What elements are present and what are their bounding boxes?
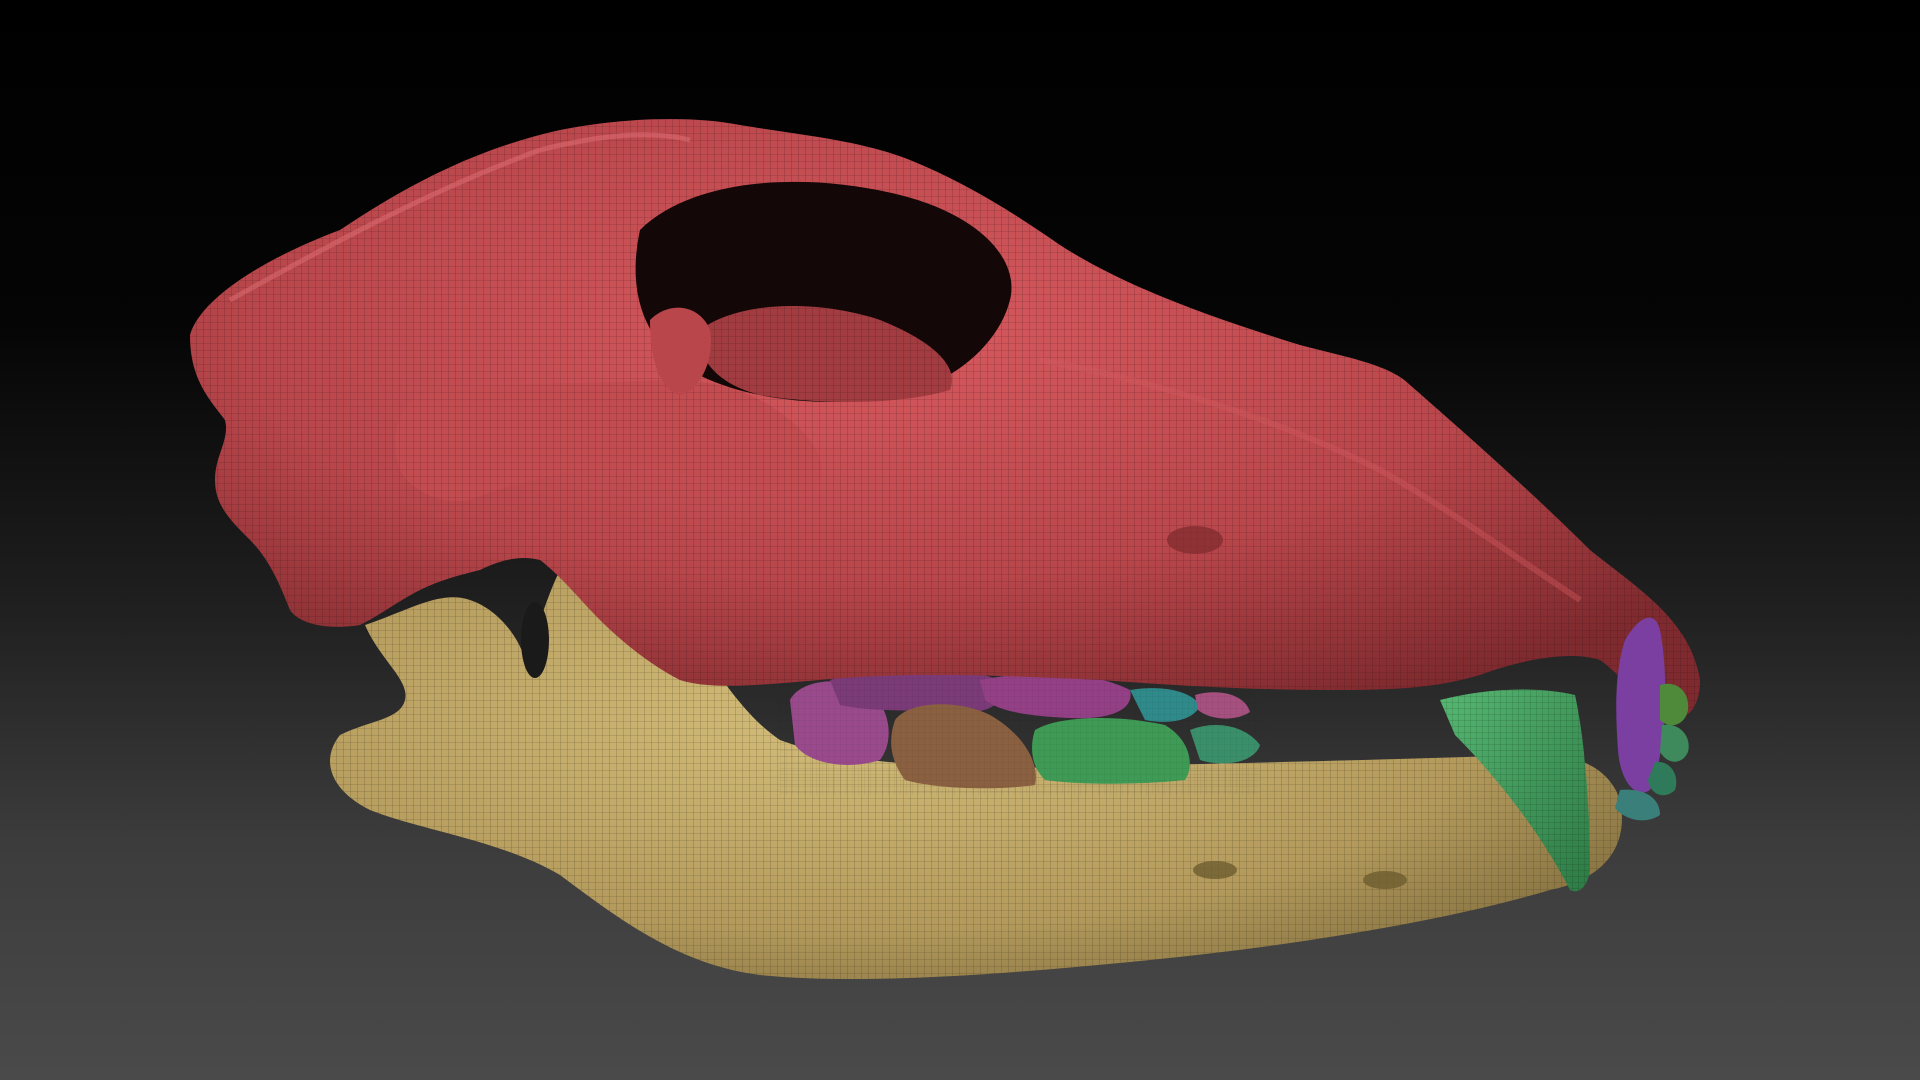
viewport xyxy=(0,0,1920,1080)
incisor-green-2 xyxy=(1660,724,1689,762)
skull-model xyxy=(190,118,1700,980)
mandibular-notch xyxy=(521,602,549,678)
mental-foramen xyxy=(1363,871,1407,889)
infraorbital-foramen xyxy=(1167,526,1223,554)
mental-foramen xyxy=(1193,861,1237,879)
